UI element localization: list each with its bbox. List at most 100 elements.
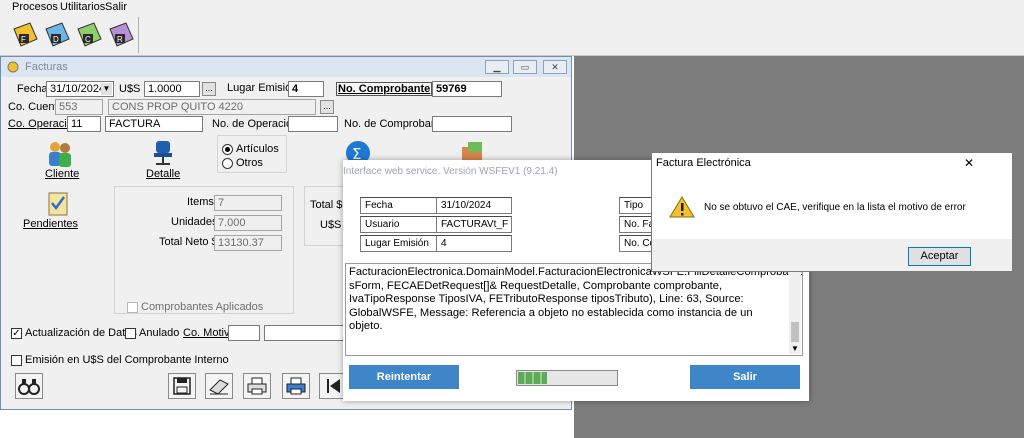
no-operacion-field[interactable] bbox=[288, 116, 338, 132]
cliente-label[interactable]: Cliente bbox=[45, 168, 79, 180]
webservice-title: Interface web service. Versión WSFEV1 (9… bbox=[343, 166, 558, 177]
svg-text:C: C bbox=[85, 35, 91, 44]
no-de-comprobante-field[interactable] bbox=[432, 116, 512, 132]
co-motivo-field[interactable] bbox=[228, 325, 260, 341]
menu-salir[interactable]: Salir bbox=[105, 1, 127, 13]
anulado-checkbox[interactable] bbox=[125, 328, 136, 339]
cliente-icon[interactable] bbox=[45, 139, 75, 169]
reintentar-button[interactable]: Reintentar bbox=[349, 365, 459, 389]
eraser-icon bbox=[209, 379, 229, 395]
ws-noco-label: No. Co bbox=[619, 235, 653, 252]
no-de-comprobante-label: No. de Comprobante bbox=[344, 118, 447, 130]
save-icon bbox=[173, 377, 191, 395]
scrollbar-thumb[interactable] bbox=[791, 322, 799, 342]
no-operacion-label: No. de Operación bbox=[212, 118, 299, 130]
alert-title: Factura Electrónica bbox=[656, 157, 751, 169]
ws-fecha-label: Fecha bbox=[360, 197, 438, 214]
printer-icon bbox=[247, 377, 267, 395]
emision-uss-checkbox[interactable] bbox=[11, 355, 22, 366]
no-comprobante-label: No. Comprobante bbox=[336, 82, 433, 96]
total-label: Total $ bbox=[310, 199, 343, 211]
fecha-value: 31/10/2024 bbox=[50, 83, 106, 95]
chevron-down-icon[interactable]: ▼ bbox=[791, 344, 799, 353]
emision-uss-label: Emisión en U$S del Comprobante Interno bbox=[25, 354, 229, 366]
actualizacion-label: Actualización de Datos bbox=[25, 327, 137, 339]
total-neto-field[interactable]: 13130.37 bbox=[214, 235, 282, 251]
salir-button[interactable]: Salir bbox=[690, 365, 800, 389]
unidades-label: Unidades bbox=[171, 216, 218, 228]
unidades-field[interactable]: 7.000 bbox=[214, 215, 282, 231]
alert-footer: Aceptar bbox=[652, 239, 1012, 271]
minimize-button[interactable]: ▁ bbox=[485, 60, 509, 74]
ws-progress-bar bbox=[516, 370, 618, 386]
borrar-button[interactable] bbox=[205, 373, 233, 399]
otros-radio[interactable] bbox=[222, 158, 233, 169]
warning-icon bbox=[669, 195, 695, 219]
motivo-nombre-field[interactable] bbox=[264, 325, 344, 341]
total-neto-label: Total Neto $ bbox=[159, 236, 218, 248]
fecha-label: Fecha bbox=[17, 83, 48, 95]
guardar-button[interactable] bbox=[168, 373, 196, 399]
nota-tool-icon[interactable]: D bbox=[42, 19, 72, 51]
binoculars-icon bbox=[18, 379, 40, 395]
detalle-icon[interactable] bbox=[148, 137, 178, 167]
aceptar-button[interactable]: Aceptar bbox=[908, 247, 971, 266]
articulos-radio[interactable] bbox=[222, 144, 233, 155]
close-button[interactable]: ✕ bbox=[543, 60, 567, 74]
lugar-emision-field[interactable]: 4 bbox=[288, 81, 324, 97]
toolbar-divider bbox=[138, 17, 139, 53]
menu-procesos[interactable]: Procesos bbox=[12, 1, 58, 13]
operacion-nombre-field[interactable]: FACTURA bbox=[105, 116, 203, 132]
alert-message: No se obtuvo el CAE, verifique en la lis… bbox=[704, 202, 966, 213]
co-operacion-field[interactable]: 11 bbox=[67, 116, 101, 132]
alert-dialog: Factura Electrónica ✕ No se obtuvo el CA… bbox=[651, 152, 1013, 272]
ws-progress-fill bbox=[518, 372, 547, 384]
ws-scrollbar[interactable]: ▼ bbox=[789, 268, 801, 354]
imprimir-button[interactable] bbox=[243, 373, 271, 399]
menu-bar: Procesos Utilitarios Salir bbox=[0, 0, 1024, 16]
uss-total-label: U$S bbox=[320, 219, 342, 231]
ws-error-message[interactable]: FacturacionElectronica.DomainModel.Factu… bbox=[345, 263, 803, 356]
articulos-label: Artículos bbox=[236, 143, 279, 155]
toolbar: F D C R bbox=[0, 15, 1024, 56]
cuenta-nombre-field[interactable]: CONS PROP QUITO 4220 bbox=[108, 99, 316, 115]
pendientes-label[interactable]: Pendientes bbox=[23, 218, 78, 230]
facturas-titlebar[interactable]: Facturas ▁ ▭ ✕ bbox=[1, 57, 571, 77]
no-comprobante-field[interactable]: 59769 bbox=[432, 81, 502, 97]
imprimir-vista-button[interactable] bbox=[282, 373, 310, 399]
detalle-label[interactable]: Detalle bbox=[146, 168, 180, 180]
comprobantes-aplicados-label: Comprobantes Aplicados bbox=[141, 301, 264, 313]
ws-usuario-field[interactable]: FACTURAVt_F bbox=[436, 216, 512, 233]
credito-tool-icon[interactable]: C bbox=[74, 19, 104, 51]
close-icon[interactable]: ✕ bbox=[964, 156, 974, 170]
items-field[interactable]: 7 bbox=[214, 195, 282, 211]
co-cuenta-field[interactable]: 553 bbox=[55, 99, 103, 115]
otros-label: Otros bbox=[236, 157, 263, 169]
buscar-button[interactable] bbox=[15, 373, 43, 399]
ws-lugar-field[interactable]: 4 bbox=[436, 235, 512, 252]
app-icon bbox=[6, 60, 20, 77]
ws-tipo-label: Tipo bbox=[619, 197, 653, 214]
cuenta-lookup-button[interactable]: ... bbox=[320, 100, 334, 114]
debito-tool-icon[interactable]: R bbox=[106, 19, 136, 51]
maximize-button[interactable]: ▭ bbox=[513, 60, 537, 74]
facturas-title: Facturas bbox=[25, 61, 68, 73]
factura-tool-icon[interactable]: F bbox=[10, 19, 40, 51]
ws-lugar-label: Lugar Emisión bbox=[360, 235, 438, 252]
items-label: Items bbox=[187, 196, 214, 208]
comprobantes-aplicados-checkbox[interactable] bbox=[127, 302, 138, 313]
ws-nofa-label: No. Fa bbox=[619, 216, 653, 233]
ws-usuario-label: Usuario bbox=[360, 216, 438, 233]
ws-fecha-field[interactable]: 31/10/2024 bbox=[436, 197, 512, 214]
actualizacion-checkbox[interactable]: ✓ bbox=[11, 328, 22, 339]
svg-text:D: D bbox=[53, 35, 59, 44]
menu-utilitarios[interactable]: Utilitarios bbox=[60, 1, 105, 13]
lugar-emision-label: Lugar Emisión bbox=[227, 82, 298, 94]
moneda-field[interactable]: 1.0000 bbox=[144, 81, 200, 97]
fecha-combo[interactable]: 31/10/2024 ▼ bbox=[46, 81, 114, 97]
moneda-lookup-button[interactable]: ... bbox=[202, 82, 216, 96]
pendientes-icon[interactable] bbox=[43, 189, 73, 217]
svg-text:F: F bbox=[21, 35, 26, 44]
anulado-label: Anulado bbox=[139, 327, 180, 339]
chevron-down-icon[interactable]: ▼ bbox=[101, 83, 112, 95]
